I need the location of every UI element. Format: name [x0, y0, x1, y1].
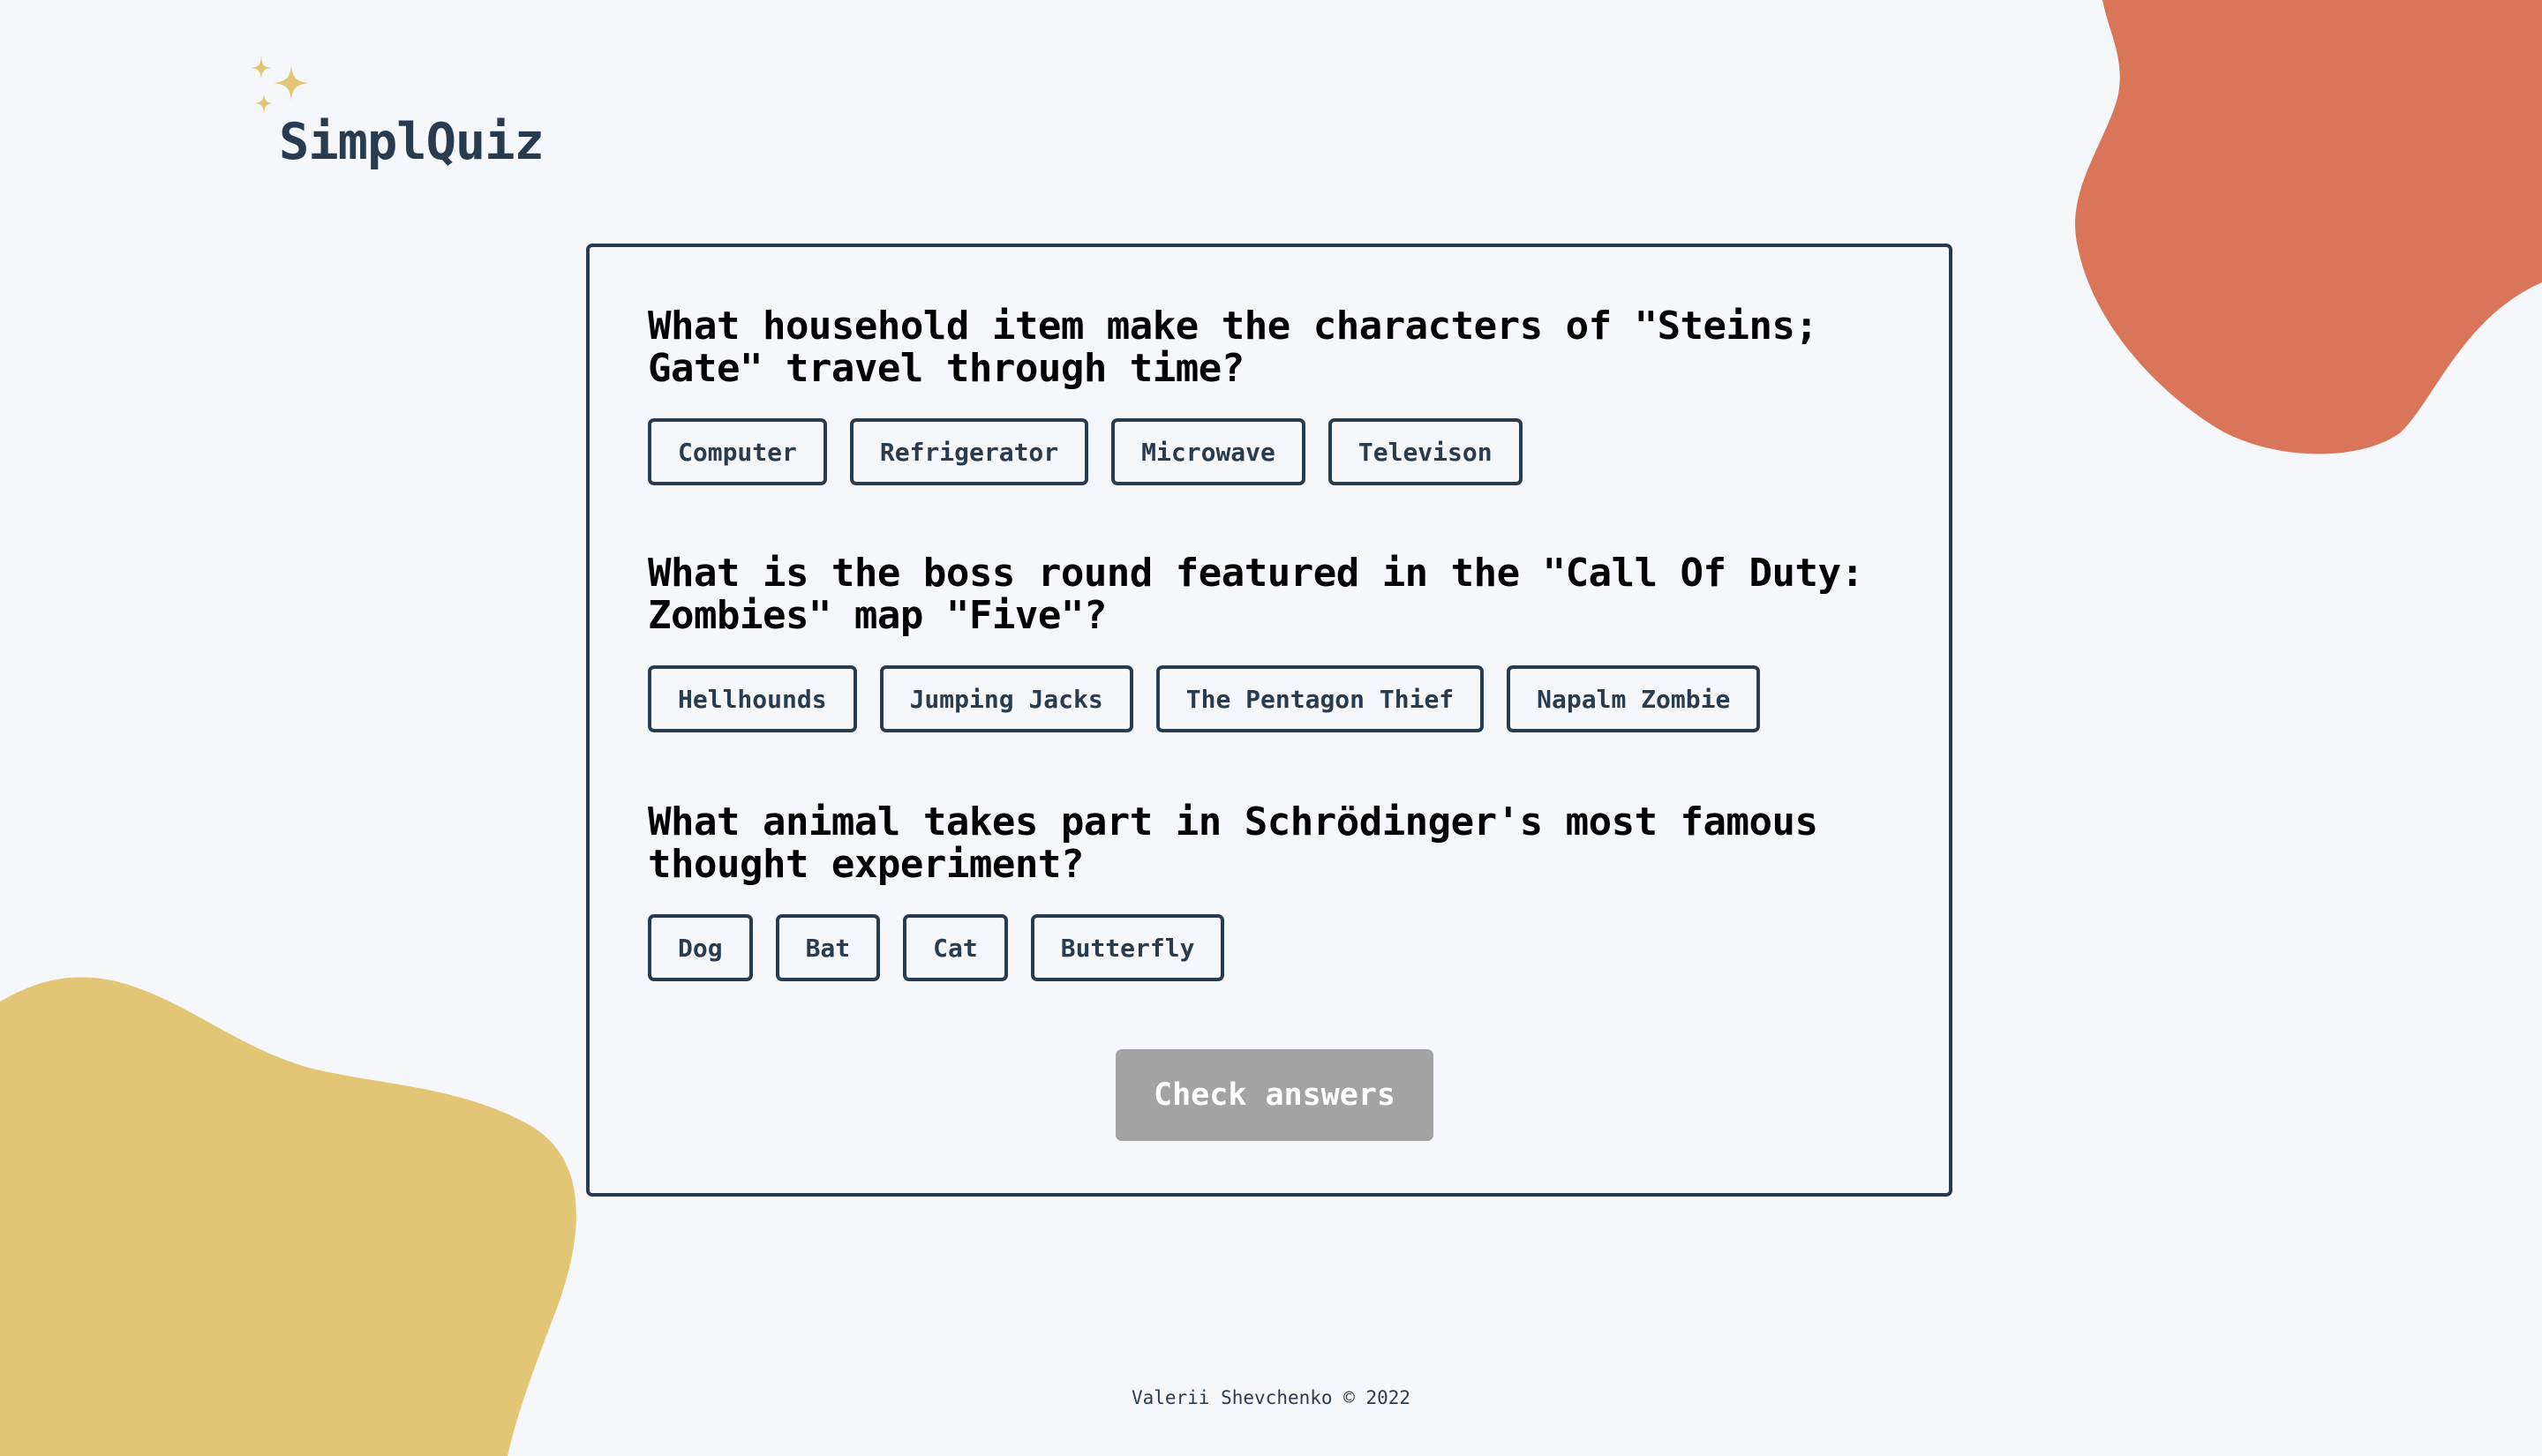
question-block: What is the boss round featured in the "…: [648, 552, 1901, 732]
question-text: What is the boss round featured in the "…: [648, 551, 1864, 638]
question-block: What animal takes part in Schrödinger's …: [648, 801, 1901, 981]
logo[interactable]: SimplQuiz: [245, 55, 563, 178]
answer-options: Dog Bat Cat Butterfly: [648, 914, 1901, 981]
answer-option-button[interactable]: Bat: [775, 914, 881, 981]
answer-option-button[interactable]: Refrigerator: [849, 418, 1089, 485]
answer-option-button[interactable]: Hellhounds: [648, 665, 857, 732]
answer-option-button[interactable]: Napalm Zombie: [1507, 665, 1761, 732]
answer-option-button[interactable]: Cat: [903, 914, 1008, 981]
question-text: What animal takes part in Schrödinger's …: [648, 799, 1818, 887]
answer-options: Hellhounds Jumping Jacks The Pentagon Th…: [648, 665, 1901, 732]
answer-option-button[interactable]: Microwave: [1111, 418, 1305, 485]
orange-blob-decoration: [2075, 0, 2542, 454]
footer-copyright: Valerii Shevchenko © 2022: [1131, 1387, 1411, 1408]
answer-option-button[interactable]: Dog: [648, 914, 753, 981]
answer-options: Computer Refrigerator Microwave Televiso…: [648, 418, 1901, 485]
answer-option-button[interactable]: Computer: [648, 418, 827, 485]
answer-option-button[interactable]: Butterfly: [1030, 914, 1225, 981]
logo-text: SimplQuiz: [279, 113, 545, 171]
answer-option-button[interactable]: Jumping Jacks: [879, 665, 1133, 732]
answer-option-button[interactable]: Televison: [1327, 418, 1523, 485]
question-block: What household item make the characters …: [648, 305, 1901, 485]
yellow-blob-decoration: [0, 977, 576, 1456]
check-answers-button[interactable]: Check answers: [1116, 1049, 1433, 1141]
answer-option-button[interactable]: The Pentagon Thief: [1155, 665, 1485, 732]
question-text: What household item make the characters …: [648, 304, 1818, 391]
quiz-card: What household item make the characters …: [586, 244, 1952, 1197]
